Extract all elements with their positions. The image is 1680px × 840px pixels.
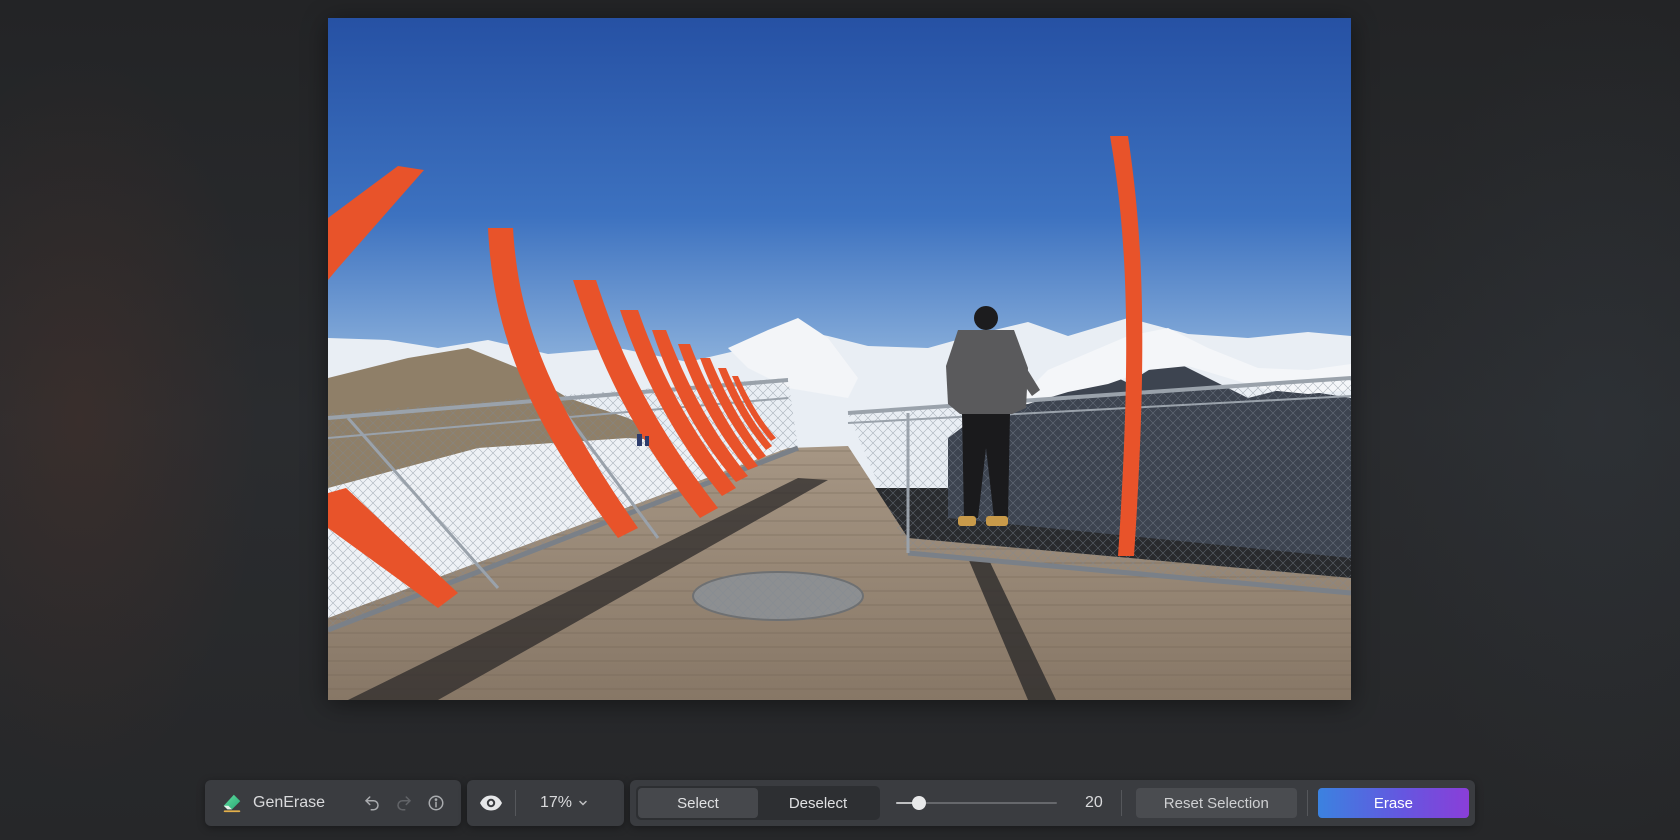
toolbar-app: GenErase — [205, 780, 461, 826]
divider — [515, 790, 516, 816]
app-name: GenErase — [253, 794, 326, 811]
erase-button[interactable]: Erase — [1317, 788, 1470, 818]
toolbar-view: 17% — [467, 780, 624, 826]
eraser-icon — [223, 794, 241, 813]
eye-icon — [480, 795, 502, 811]
zoom-dropdown[interactable]: 17% — [526, 794, 588, 812]
info-icon — [428, 795, 444, 811]
divider — [1120, 790, 1122, 816]
undo-button[interactable] — [361, 792, 383, 814]
slider-thumb[interactable] — [911, 796, 926, 810]
selection-mode-toggle: Select Deselect — [636, 786, 880, 820]
undo-icon — [365, 796, 379, 811]
app-window: GenErase 17% Select Deselect 20 Reset Se… — [0, 0, 1680, 840]
app-brand: GenErase — [221, 792, 325, 814]
redo-icon — [397, 796, 411, 811]
select-button[interactable]: Select — [638, 788, 758, 818]
brush-size-slider[interactable] — [896, 793, 1057, 813]
toolbar-selection: Select Deselect 20 Reset Selection Erase — [630, 780, 1475, 826]
chevron-down-icon — [579, 800, 587, 806]
reset-selection-button[interactable]: Reset Selection — [1135, 788, 1297, 818]
info-button[interactable] — [425, 792, 447, 814]
deselect-button[interactable]: Deselect — [758, 788, 878, 818]
sky — [328, 18, 1351, 378]
zoom-value: 17% — [540, 794, 573, 811]
divider — [1306, 790, 1308, 816]
redo-button[interactable] — [393, 792, 415, 814]
history-controls — [361, 792, 447, 814]
brush-size-value: 20 — [1085, 794, 1103, 811]
preview-toggle-button[interactable] — [477, 789, 505, 817]
photo[interactable] — [328, 18, 1351, 700]
image-canvas[interactable] — [328, 18, 1351, 700]
